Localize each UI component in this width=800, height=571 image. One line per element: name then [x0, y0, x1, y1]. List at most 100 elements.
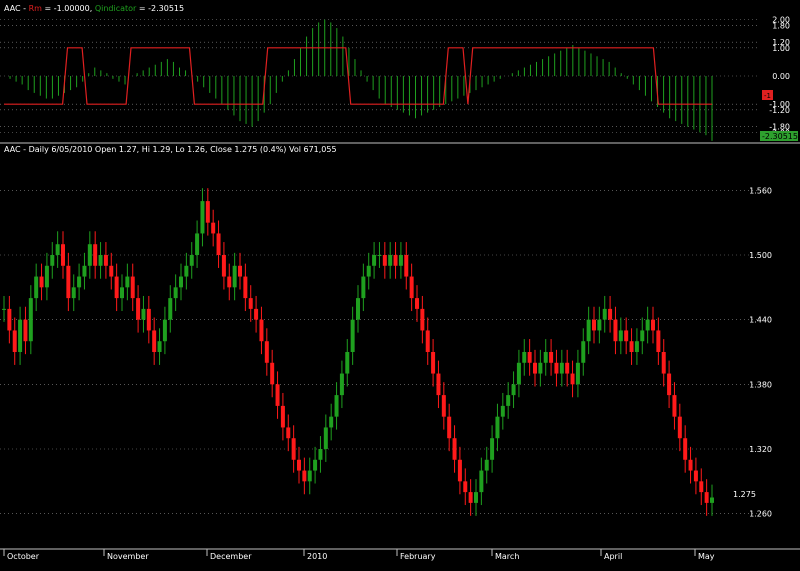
candle-body [227, 276, 232, 288]
candle-body [522, 352, 527, 363]
candle-body [254, 308, 259, 320]
indicator-header: AAC - Rm = -1.00000, Qindicator = -2.305… [4, 4, 184, 13]
candle-body [211, 222, 216, 234]
candle-body [463, 481, 468, 493]
month-label: October [7, 552, 40, 561]
candle-body [431, 352, 436, 374]
candlesticks [2, 188, 714, 516]
candle-body [12, 330, 17, 352]
indicator-tick-label: -1.20 [769, 106, 790, 115]
candle-body [651, 319, 655, 331]
candle-body [55, 244, 60, 255]
price-panel: AAC - Daily 6/05/2010 Open 1.27, Hi 1.29… [0, 145, 772, 519]
candle-body [516, 362, 521, 385]
candle-body [130, 276, 135, 299]
candle-body [71, 287, 76, 299]
price-gridlines [0, 190, 760, 514]
price-header: AAC - Daily 6/05/2010 Open 1.27, Hi 1.29… [4, 145, 337, 154]
candle-body [699, 481, 704, 493]
candle-body [61, 244, 65, 266]
candle-body [318, 449, 323, 460]
candle-body [527, 352, 532, 363]
candle-body [457, 459, 462, 482]
candle-body [280, 405, 285, 428]
rm-line [4, 47, 712, 105]
price-axis-ticks: 1.560 1.500 1.440 1.380 1.320 1.260 [749, 186, 772, 518]
month-label: 2010 [307, 552, 327, 561]
candle-body [34, 276, 39, 299]
candle-body [152, 330, 157, 352]
candle-body [238, 265, 242, 277]
candle-body [259, 319, 264, 342]
month-label: March [495, 552, 519, 561]
candle-body [688, 459, 693, 471]
candle-body [543, 352, 548, 363]
indicator-tick-label: 1.80 [772, 21, 790, 30]
x-axis-month-labels: October November December 2010 February March… [3, 549, 715, 561]
candle-body [570, 373, 575, 385]
price-tick-label: 1.380 [749, 380, 772, 389]
rm-badge-label: -1 [764, 92, 771, 100]
candle-body [195, 233, 200, 255]
candle-body [624, 330, 629, 342]
candle-body [608, 308, 613, 320]
candle-body [141, 308, 146, 320]
candle-body [44, 265, 49, 288]
candle-body [291, 438, 296, 460]
candle-body [28, 298, 33, 342]
candle-body [640, 330, 645, 342]
candle-body [618, 330, 623, 342]
candle-body [82, 265, 87, 277]
candle-body [592, 319, 596, 331]
candle-body [425, 330, 430, 352]
indicator-gridlines [0, 19, 760, 133]
candle-body [2, 308, 6, 310]
candle-body [452, 438, 457, 460]
candle-body [575, 362, 580, 385]
candle-body [495, 416, 500, 439]
indicator-tick-label: 1.00 [772, 44, 790, 53]
candle-body [361, 276, 366, 299]
price-tick-label: 1.320 [749, 445, 772, 454]
candle-body [18, 319, 23, 352]
candle-body [184, 265, 189, 277]
candle-body [23, 319, 28, 342]
candle-body [146, 308, 151, 331]
candle-body [114, 276, 119, 299]
candle-body [136, 298, 141, 320]
qindicator-badge-label: -2.30515 [762, 132, 798, 141]
candle-body [157, 341, 162, 352]
candle-body [93, 244, 98, 266]
candle-body [77, 276, 82, 288]
month-label: May [698, 552, 715, 561]
candle-body [506, 395, 511, 406]
candle-body [672, 395, 677, 417]
price-tick-label: 1.560 [749, 186, 772, 195]
candle-body [629, 341, 634, 352]
candle-body [693, 470, 698, 482]
candle-body [602, 308, 607, 320]
candle-body [565, 362, 570, 374]
candle-body [447, 416, 452, 439]
candle-body [39, 276, 44, 288]
candle-body [388, 255, 393, 266]
candle-body [533, 362, 537, 374]
candle-body [98, 255, 103, 266]
candle-body [323, 427, 328, 449]
candle-body [87, 244, 92, 266]
candle-body [382, 255, 387, 266]
candle-body [103, 255, 108, 266]
candle-body [232, 265, 237, 288]
candle-body [248, 298, 253, 309]
stock-chart: 2.001.801.201.000.00-1.00-1.20-1.80-2.00… [0, 4, 800, 561]
candle-body [356, 298, 360, 320]
candle-body [436, 373, 441, 396]
indicator-tick-label: 0.00 [772, 72, 790, 81]
indicator-panel: 2.001.801.201.000.00-1.00-1.20-1.80-2.00… [0, 4, 798, 141]
candle-body [511, 384, 516, 396]
candle-body [366, 265, 371, 277]
candle-body [7, 308, 12, 331]
candle-body [66, 265, 71, 299]
candle-body [168, 298, 173, 320]
candle-body [667, 373, 672, 396]
